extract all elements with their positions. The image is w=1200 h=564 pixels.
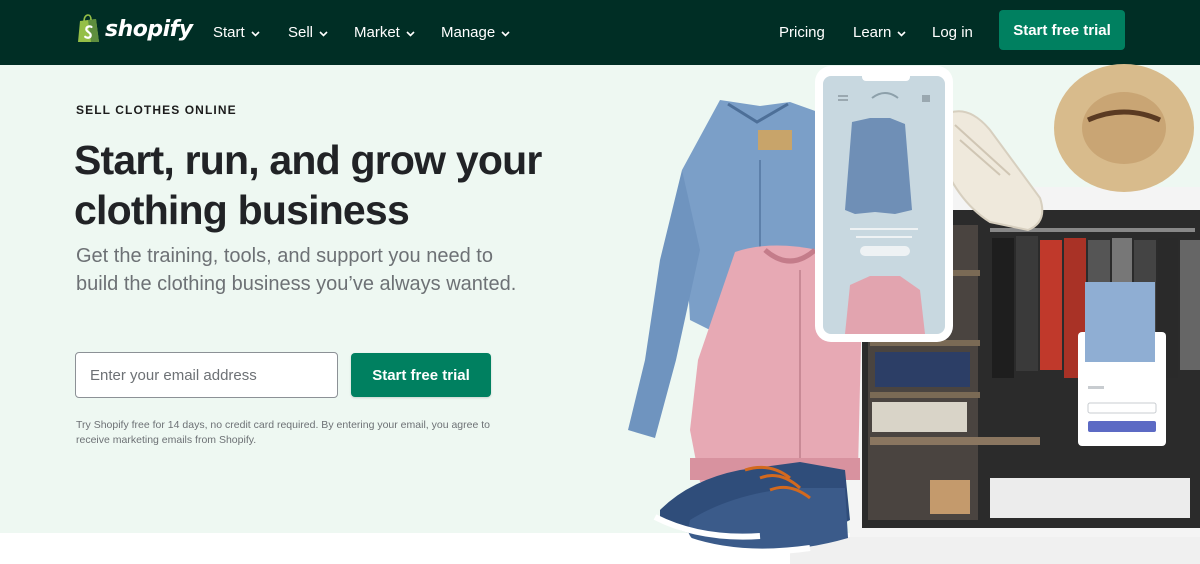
phone-mockup	[815, 66, 953, 342]
hat-image	[1054, 64, 1194, 192]
hero-illustration	[628, 64, 1200, 564]
navy-sneakers-image	[653, 462, 850, 555]
